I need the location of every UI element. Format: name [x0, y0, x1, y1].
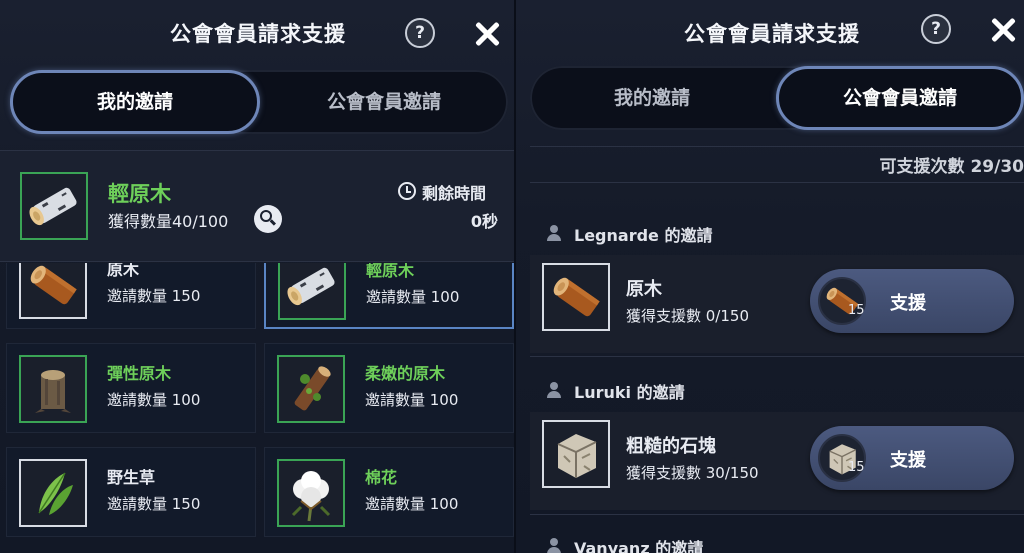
request-row: Vanyanz 的邀請	[516, 516, 1024, 553]
support-button[interactable]: 15 支援	[810, 269, 1014, 333]
request-item-name: 粗糙的石塊	[626, 436, 716, 457]
request-user: Vanyanz 的邀請	[574, 539, 704, 553]
panel-title: 公會會員請求支援	[170, 22, 346, 46]
request-user: Luruki 的邀請	[574, 383, 685, 402]
divider	[530, 356, 1024, 357]
grass-icon	[19, 459, 87, 527]
obtained-count: 獲得數量40/100	[108, 212, 229, 231]
user-icon	[546, 382, 562, 398]
request-row: Legnarde 的邀請 原木 獲得支援數 0/150 15 支援	[516, 203, 1024, 359]
user-icon	[546, 538, 562, 553]
support-quantity: 15	[848, 460, 865, 475]
stump-icon	[19, 355, 87, 423]
tab-guild-requests[interactable]: 公會會員邀請	[776, 66, 1024, 130]
list-item[interactable]: 彈性原木 邀請數量 100	[6, 343, 256, 433]
divider	[530, 514, 1024, 515]
my-requests-panel: 公會會員請求支援 ? 我的邀請 公會會員邀請 輕原木 獲得數量40/100 剩餘…	[0, 0, 516, 553]
item-name: 棉花	[365, 468, 398, 487]
support-button[interactable]: 15 支援	[810, 426, 1014, 490]
birch-log-icon	[20, 172, 88, 240]
log-icon	[542, 263, 610, 331]
request-progress: 獲得支援數 0/150	[626, 307, 749, 325]
request-item-name: 輕原木	[108, 182, 171, 206]
item-count: 邀請數量 150	[107, 287, 201, 305]
tab-my-requests[interactable]: 我的邀請	[10, 70, 260, 134]
tab-bar: 我的邀請 公會會員邀請	[530, 66, 1024, 130]
list-item[interactable]: 野生草 邀請數量 150	[6, 447, 256, 537]
item-count: 邀請數量 100	[107, 391, 201, 409]
support-count: 可支援次數 29/30	[879, 157, 1024, 177]
remaining-time-label: 剩餘時間	[422, 184, 487, 203]
item-count: 邀請數量 100	[366, 288, 460, 306]
support-button-label: 支援	[890, 293, 926, 314]
list-item[interactable]: 棉花 邀請數量 100	[264, 447, 514, 537]
list-item[interactable]: 柔嫩的原木 邀請數量 100	[264, 343, 514, 433]
clock-icon	[398, 182, 416, 200]
item-count: 邀請數量 100	[365, 495, 459, 513]
support-button-label: 支援	[890, 450, 926, 471]
help-button[interactable]: ?	[921, 14, 951, 44]
item-name: 柔嫩的原木	[365, 364, 446, 383]
item-name: 野生草	[107, 468, 156, 487]
close-icon[interactable]	[988, 15, 1018, 45]
divider	[530, 182, 1024, 183]
tab-guild-requests[interactable]: 公會會員邀請	[260, 70, 508, 134]
panel-title: 公會會員請求支援	[684, 22, 860, 46]
close-icon[interactable]	[472, 19, 502, 49]
remaining-time-value: 0秒	[470, 212, 498, 231]
item-grid: 原木 邀請數量 150 輕原木 邀請數量 100 彈性原木 邀請數量 100 柔…	[0, 263, 516, 553]
birch-log-icon	[278, 263, 346, 320]
stone-icon	[542, 420, 610, 488]
list-item[interactable]: 輕原木 邀請數量 100	[264, 263, 514, 329]
guild-requests-panel: 公會會員請求支援 ? 我的邀請 公會會員邀請 可支援次數 29/30 Legna…	[516, 0, 1024, 553]
request-progress: 獲得支援數 30/150	[626, 464, 759, 482]
item-name: 輕原木	[366, 263, 415, 280]
tab-my-requests[interactable]: 我的邀請	[530, 66, 774, 130]
help-button[interactable]: ?	[405, 18, 435, 48]
item-name: 彈性原木	[107, 364, 172, 383]
request-user: Legnarde 的邀請	[574, 226, 713, 245]
cotton-icon	[277, 459, 345, 527]
tab-bar: 我的邀請 公會會員邀請	[10, 70, 508, 134]
divider	[530, 146, 1024, 147]
mossy-log-icon	[277, 355, 345, 423]
support-quantity: 15	[848, 303, 865, 318]
user-icon	[546, 225, 562, 241]
request-item-name: 原木	[626, 279, 662, 300]
list-item[interactable]: 原木 邀請數量 150	[6, 263, 256, 329]
item-count: 邀請數量 100	[365, 391, 459, 409]
item-count: 邀請數量 150	[107, 495, 201, 513]
search-icon[interactable]	[254, 205, 282, 233]
log-icon	[19, 263, 87, 319]
request-row: Luruki 的邀請 粗糙的石塊 獲得支援數 30/150 15 支援	[516, 360, 1024, 516]
item-name: 原木	[107, 263, 140, 279]
